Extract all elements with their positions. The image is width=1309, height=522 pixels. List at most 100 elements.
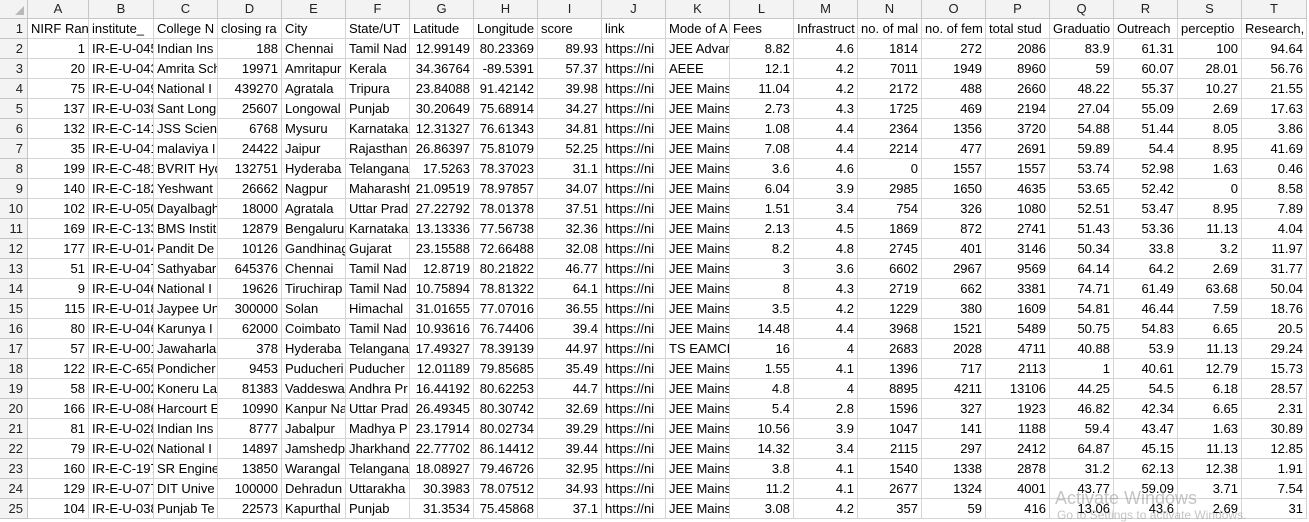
table-cell[interactable]: 3.08 [730, 499, 794, 519]
table-cell[interactable]: Sathyabar [154, 259, 218, 279]
table-cell[interactable]: 31 [1242, 499, 1307, 519]
table-cell[interactable]: https://ni [602, 419, 666, 439]
table-cell[interactable]: 1.08 [730, 119, 794, 139]
table-cell[interactable]: 41.69 [1242, 139, 1307, 159]
table-cell[interactable]: 7.89 [1242, 199, 1307, 219]
table-cell[interactable]: 0 [1178, 179, 1242, 199]
table-cell[interactable]: 2677 [858, 479, 922, 499]
table-cell[interactable]: 2172 [858, 79, 922, 99]
table-cell[interactable]: Warangal [282, 459, 346, 479]
table-cell[interactable]: 11.2 [730, 479, 794, 499]
table-cell[interactable]: Tamil Nad [346, 319, 410, 339]
table-cell[interactable]: 6.65 [1178, 399, 1242, 419]
table-cell[interactable]: 31.77 [1242, 259, 1307, 279]
column-header-t[interactable]: T [1242, 0, 1307, 19]
table-cell[interactable]: 11.13 [1178, 339, 1242, 359]
table-cell[interactable]: 76.61343 [474, 119, 538, 139]
table-cell[interactable]: 1557 [922, 159, 986, 179]
table-cell[interactable]: 34.07 [538, 179, 602, 199]
table-cell[interactable]: 100000 [218, 479, 282, 499]
table-cell[interactable]: Telangana [346, 339, 410, 359]
table-cell[interactable]: 8.05 [1178, 119, 1242, 139]
table-cell[interactable]: https://ni [602, 99, 666, 119]
table-cell[interactable]: 3.6 [794, 259, 858, 279]
table-cell[interactable]: Tamil Nad [346, 259, 410, 279]
table-cell[interactable]: 50.75 [1050, 319, 1114, 339]
table-cell[interactable]: 44.97 [538, 339, 602, 359]
table-cell[interactable]: 23.15588 [410, 239, 474, 259]
table-cell[interactable]: Uttar Prad [346, 399, 410, 419]
table-cell[interactable]: 78.39139 [474, 339, 538, 359]
column-header-e[interactable]: E [282, 0, 346, 19]
table-cell[interactable]: 36.55 [538, 299, 602, 319]
table-cell[interactable]: 57.37 [538, 59, 602, 79]
table-cell[interactable]: 18.76 [1242, 299, 1307, 319]
table-cell[interactable]: Bengaluru [282, 219, 346, 239]
table-cell[interactable]: 169 [28, 219, 89, 239]
table-cell[interactable]: 63.68 [1178, 279, 1242, 299]
row-header[interactable]: 9 [0, 179, 28, 199]
table-cell[interactable]: 2086 [986, 39, 1050, 59]
table-cell[interactable]: 3968 [858, 319, 922, 339]
table-cell[interactable]: 3381 [986, 279, 1050, 299]
table-cell[interactable]: 24422 [218, 139, 282, 159]
table-cell[interactable]: 6.65 [1178, 319, 1242, 339]
table-cell[interactable]: 662 [922, 279, 986, 299]
row-header[interactable]: 10 [0, 199, 28, 219]
table-cell[interactable]: 1.63 [1178, 159, 1242, 179]
table-cell[interactable]: 166 [28, 399, 89, 419]
table-cell[interactable]: Tripura [346, 79, 410, 99]
table-cell[interactable]: 13106 [986, 379, 1050, 399]
table-cell[interactable]: https://ni [602, 439, 666, 459]
table-cell[interactable]: 26.86397 [410, 139, 474, 159]
table-cell[interactable]: Dehradun [282, 479, 346, 499]
table-cell[interactable]: 31.1 [538, 159, 602, 179]
table-cell[interactable]: 14.48 [730, 319, 794, 339]
table-cell[interactable]: 42.34 [1114, 399, 1178, 419]
table-cell[interactable]: https://ni [602, 159, 666, 179]
table-cell[interactable]: 2115 [858, 439, 922, 459]
table-cell[interactable]: 2683 [858, 339, 922, 359]
table-cell[interactable]: JEE Mains [666, 419, 730, 439]
table-cell[interactable]: 3.86 [1242, 119, 1307, 139]
table-cell[interactable]: Yeshwant [154, 179, 218, 199]
table-cell[interactable]: IR-E-C-481 [89, 159, 154, 179]
table-cell[interactable]: JEE Mains [666, 299, 730, 319]
table-cell[interactable]: 4.6 [794, 39, 858, 59]
table-cell[interactable]: 30.3983 [410, 479, 474, 499]
row-header[interactable]: 18 [0, 359, 28, 379]
table-cell[interactable]: AEEE [666, 59, 730, 79]
table-cell[interactable]: 8.95 [1178, 139, 1242, 159]
table-cell[interactable]: https://ni [602, 239, 666, 259]
table-cell[interactable]: JEE Mains [666, 139, 730, 159]
table-cell[interactable]: 19626 [218, 279, 282, 299]
table-cell[interactable]: 43.6 [1114, 499, 1178, 519]
table-cell[interactable]: 35 [28, 139, 89, 159]
column-header-r[interactable]: R [1114, 0, 1178, 19]
table-cell[interactable]: Kapurthal [282, 499, 346, 519]
table-cell[interactable]: 1 [1050, 359, 1114, 379]
table-cell[interactable]: Coimbato [282, 319, 346, 339]
row-header[interactable]: 14 [0, 279, 28, 299]
table-cell[interactable]: 1.51 [730, 199, 794, 219]
column-header-g[interactable]: G [410, 0, 474, 19]
table-cell[interactable]: 39.98 [538, 79, 602, 99]
column-header-l[interactable]: L [730, 0, 794, 19]
table-cell[interactable]: 33.8 [1114, 239, 1178, 259]
header-cell[interactable]: Latitude [410, 19, 474, 39]
table-cell[interactable]: 488 [922, 79, 986, 99]
table-cell[interactable]: Pondicher [154, 359, 218, 379]
header-cell[interactable]: no. of mal [858, 19, 922, 39]
table-cell[interactable]: 78.81322 [474, 279, 538, 299]
table-cell[interactable]: 2.13 [730, 219, 794, 239]
table-cell[interactable]: 51.44 [1114, 119, 1178, 139]
table-cell[interactable]: 199 [28, 159, 89, 179]
table-cell[interactable]: Uttar Prad [346, 199, 410, 219]
table-cell[interactable]: 45.15 [1114, 439, 1178, 459]
table-cell[interactable]: 0 [858, 159, 922, 179]
table-cell[interactable]: 4.5 [794, 219, 858, 239]
table-cell[interactable]: 2364 [858, 119, 922, 139]
table-cell[interactable]: 1557 [986, 159, 1050, 179]
table-cell[interactable]: 31.2 [1050, 459, 1114, 479]
table-cell[interactable]: 12.1 [730, 59, 794, 79]
